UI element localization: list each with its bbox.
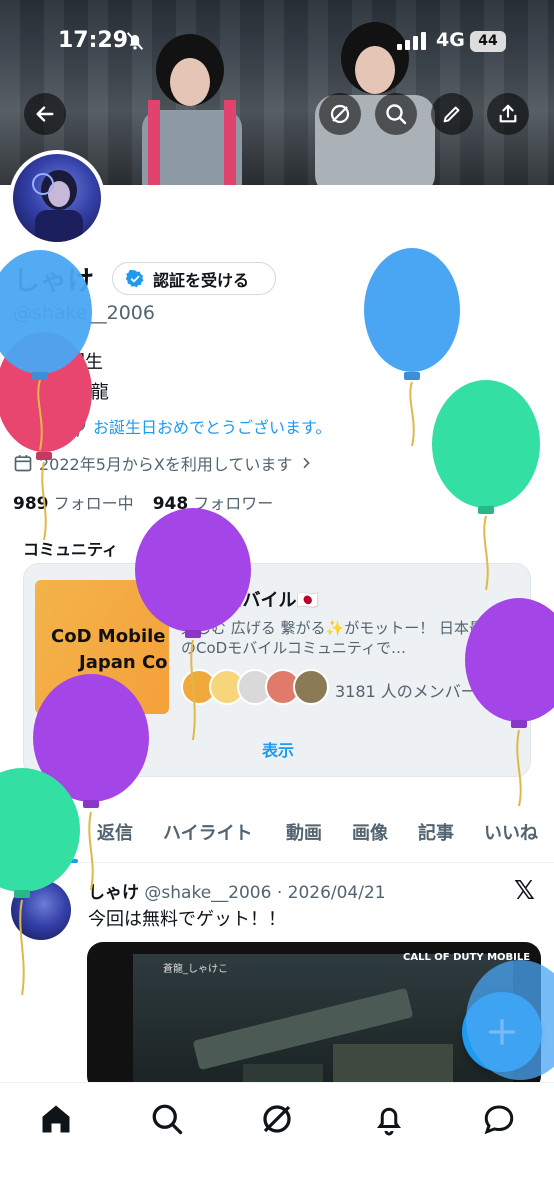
chevron-right-icon bbox=[303, 457, 311, 469]
member-avatars bbox=[181, 669, 329, 705]
grok-icon bbox=[330, 104, 350, 124]
following-link[interactable]: 989 フォロー中 bbox=[13, 494, 134, 514]
profile-meta-row: 海 お誕生日おめでとうございます。 bbox=[13, 414, 331, 438]
edit-profile-button[interactable] bbox=[431, 93, 473, 135]
community-show-button[interactable]: 表示 bbox=[24, 737, 532, 761]
community-name: CODモバイル🇯🇵 bbox=[181, 590, 319, 611]
bottom-navigation bbox=[0, 1082, 554, 1200]
post-handle-date: @shake__2006 · 2026/04/21 bbox=[144, 883, 386, 903]
balloon-green bbox=[432, 380, 540, 591]
network-type: 4G bbox=[436, 29, 465, 51]
share-icon bbox=[499, 104, 517, 123]
following-count: 989 bbox=[13, 494, 49, 514]
signal-icon bbox=[397, 32, 426, 50]
back-arrow-icon bbox=[36, 106, 54, 122]
community-image: CoD Mobile Japan Com bbox=[35, 580, 169, 714]
followers-link[interactable]: 948 フォロワー bbox=[152, 494, 274, 514]
profile-name: しゃけ bbox=[13, 266, 94, 297]
media-player-tag: 蒼龍_しゃけこ bbox=[163, 964, 228, 975]
get-verified-button[interactable]: 認証を受ける bbox=[112, 262, 276, 295]
post-header: しゃけ @shake__2006 · 2026/04/21 bbox=[88, 878, 386, 903]
silent-mode-icon bbox=[126, 32, 144, 50]
follow-stats: 989 フォロー中 948 フォロワー bbox=[13, 490, 273, 514]
status-bar: 17:29 4G 44 bbox=[0, 0, 554, 80]
tab-highlights[interactable]: ハイライト bbox=[163, 819, 253, 845]
post-author[interactable]: しゃけ bbox=[88, 883, 139, 903]
tab-likes[interactable]: いいね bbox=[484, 819, 538, 845]
tab-posts[interactable]: ポスト bbox=[12, 819, 66, 845]
grok-button[interactable] bbox=[319, 93, 361, 135]
balloon-blue bbox=[364, 248, 460, 447]
share-button[interactable] bbox=[487, 93, 529, 135]
community-card[interactable]: CoD Mobile Japan Com CODモバイル🇯🇵 楽しむ 広げる 繋… bbox=[23, 563, 531, 777]
member-avatar bbox=[293, 669, 329, 705]
messages-icon[interactable] bbox=[481, 1101, 517, 1137]
notifications-icon[interactable] bbox=[371, 1101, 407, 1137]
avatar-art bbox=[32, 170, 83, 242]
get-verified-label: 認証を受ける bbox=[153, 270, 250, 290]
birthday-message[interactable]: お誕生日おめでとうございます。 bbox=[93, 414, 331, 438]
community-image-text-1: CoD Mobile bbox=[51, 626, 166, 647]
community-section-title: コミュニティ bbox=[23, 540, 119, 559]
home-icon[interactable] bbox=[38, 1101, 74, 1137]
search-button[interactable] bbox=[375, 93, 417, 135]
compose-button[interactable] bbox=[462, 992, 542, 1072]
tab-images[interactable]: 画像 bbox=[352, 819, 388, 845]
verified-badge-icon bbox=[125, 269, 144, 287]
location-icon bbox=[16, 417, 30, 436]
profile-tabs: ポスト 返信 ハイライト 動画 画像 記事 いいね bbox=[0, 805, 554, 863]
post-text: 今回は無料でゲット！！ bbox=[88, 909, 286, 930]
status-time: 17:29 bbox=[58, 28, 129, 53]
battery-indicator: 44 bbox=[470, 31, 506, 52]
followers-count: 948 bbox=[152, 494, 189, 514]
compose-plus-icon bbox=[489, 1019, 515, 1045]
bio-line-1: 高専三回生 bbox=[13, 352, 103, 373]
grok-icon[interactable] bbox=[259, 1101, 295, 1137]
post-avatar[interactable] bbox=[11, 880, 71, 940]
followers-label: フォロワー bbox=[193, 494, 274, 513]
profile-avatar[interactable] bbox=[9, 150, 105, 246]
search-icon bbox=[386, 104, 407, 125]
joined-date-text: 2022年5月からXを利用しています bbox=[39, 455, 293, 474]
bio-line-2: クラン 蒼龍 bbox=[13, 382, 109, 403]
search-icon[interactable] bbox=[149, 1101, 185, 1137]
back-button[interactable] bbox=[24, 93, 66, 135]
media-game-logo: CALL OF DUTY MOBILE bbox=[403, 952, 531, 963]
tab-videos[interactable]: 動画 bbox=[286, 819, 322, 845]
community-image-text-2: Japan Com bbox=[79, 652, 169, 673]
profile-handle: @shake__2006 bbox=[13, 302, 155, 324]
joined-date-row[interactable]: 2022年5月からXを利用しています bbox=[13, 451, 314, 475]
following-label: フォロー中 bbox=[53, 494, 134, 513]
location-text: 海 bbox=[39, 418, 56, 437]
active-tab-indicator bbox=[8, 859, 78, 863]
calendar-icon bbox=[14, 455, 32, 472]
community-description: 楽しむ 広げる 繋がる✨がモットー！ 日本最大のCoDモバイルコミュニティで… bbox=[181, 619, 499, 657]
community-member-count: 3181 人のメンバー bbox=[335, 682, 477, 701]
tab-articles[interactable]: 記事 bbox=[418, 819, 454, 845]
edit-icon bbox=[443, 106, 460, 123]
tab-replies[interactable]: 返信 bbox=[97, 819, 133, 845]
balloon-icon bbox=[70, 415, 86, 437]
x-logo-icon: 𝕏 bbox=[514, 876, 535, 906]
